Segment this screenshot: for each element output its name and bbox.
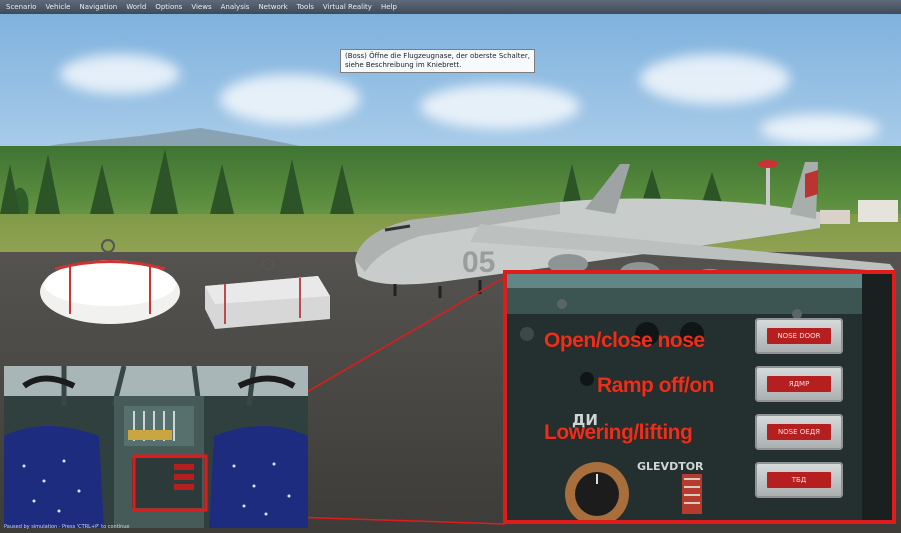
lowering-lifting-button[interactable]: NOSE OEДЯ — [755, 414, 843, 450]
cargo-cylinder — [40, 239, 180, 324]
menu-network[interactable]: Network — [258, 3, 287, 11]
menu-virtual-reality[interactable]: Virtual Reality — [323, 3, 372, 11]
briefing-line: siehe Beschreibung im Kniebrett. — [345, 61, 462, 69]
briefing-message: (Boss) Öffne die Flugzeugnase, der obers… — [340, 49, 535, 73]
tail-number: 05 — [462, 246, 495, 279]
cockpit-inset — [4, 366, 308, 528]
ramp-plate: ЯДМР — [767, 376, 831, 392]
water-tower — [758, 160, 778, 168]
briefing-line: (Boss) Öffne die Flugzeugnase, der obers… — [345, 52, 530, 60]
menu-tools[interactable]: Tools — [297, 3, 314, 11]
menu-views[interactable]: Views — [191, 3, 211, 11]
menu-navigation[interactable]: Navigation — [79, 3, 117, 11]
lowering-lifting-plate: NOSE OEДЯ — [767, 424, 831, 440]
status-bar: Paused by simulation · Press 'CTRL+P' to… — [4, 524, 130, 530]
menu-bar: Scenario Vehicle Navigation World Option… — [0, 0, 901, 14]
menu-options[interactable]: Options — [155, 3, 182, 11]
cargo-box — [205, 258, 330, 329]
menu-help[interactable]: Help — [381, 3, 397, 11]
label-lowering-lifting: Lowering/lifting — [544, 421, 693, 444]
panel-text-elevator: GLEVDTOR — [637, 460, 704, 473]
nose-door-button[interactable]: NOSE DOOR — [755, 318, 843, 354]
tbd-plate: ТБД — [767, 472, 831, 488]
ramp-button[interactable]: ЯДМР — [755, 366, 843, 402]
zoom-callout-panel: ДИ GLEVDTOR NOSE DOOR ЯДМР NOSE OEДЯ ТБД… — [503, 270, 896, 524]
label-open-close-nose: Open/close nose — [544, 329, 705, 352]
tbd-button[interactable]: ТБД — [755, 462, 843, 498]
building — [820, 210, 850, 224]
cockpit-view — [4, 366, 308, 528]
menu-scenario[interactable]: Scenario — [6, 3, 36, 11]
nose-door-plate: NOSE DOOR — [767, 328, 831, 344]
menu-analysis[interactable]: Analysis — [221, 3, 250, 11]
menu-vehicle[interactable]: Vehicle — [45, 3, 70, 11]
label-ramp-off-on: Ramp off/on — [597, 374, 714, 397]
menu-world[interactable]: World — [126, 3, 146, 11]
building — [858, 200, 898, 222]
